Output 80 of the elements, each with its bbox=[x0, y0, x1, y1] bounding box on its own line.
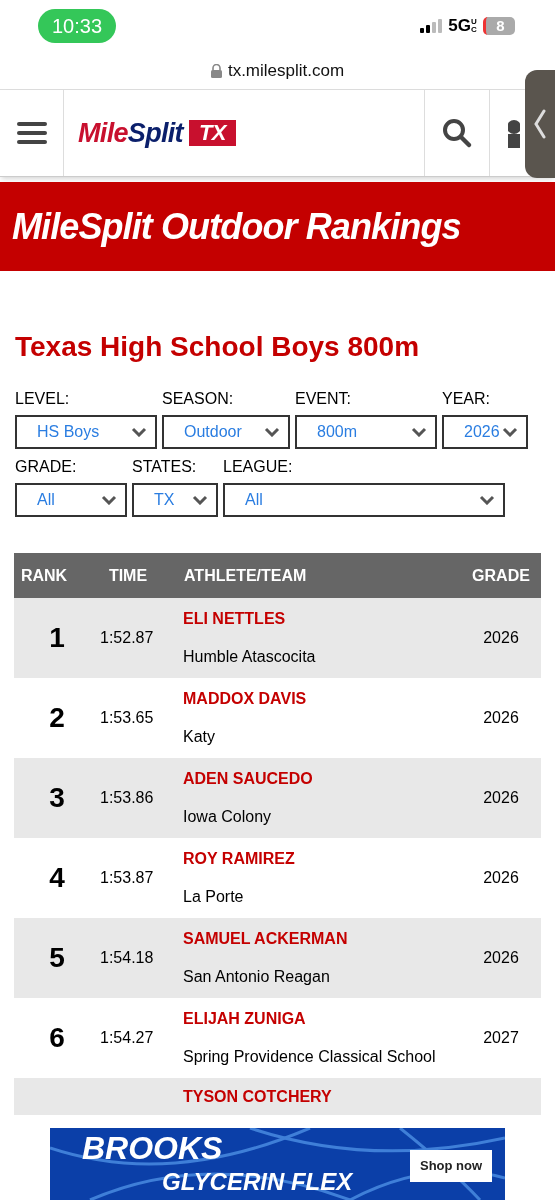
filter-label: SEASON: bbox=[162, 389, 235, 409]
chevron-down-icon bbox=[502, 427, 518, 437]
time-cell-text: 1:53.87 bbox=[100, 868, 155, 888]
chevron-down-icon bbox=[479, 495, 495, 505]
rank-cell-text: 2 bbox=[48, 701, 66, 735]
chevron-left-icon bbox=[534, 109, 546, 139]
search-icon bbox=[441, 117, 473, 149]
filter-dropdown[interactable]: HS Boys bbox=[15, 415, 157, 449]
athlete-link[interactable]: TYSON COTCHERY bbox=[183, 1084, 461, 1109]
shop-now-button[interactable]: Shop now bbox=[410, 1150, 493, 1182]
side-tab[interactable] bbox=[525, 70, 555, 178]
rank-cell-text: 3 bbox=[48, 781, 66, 815]
rank-cell-text: 4 bbox=[48, 861, 66, 895]
rankings-banner: MileSplit Outdoor Rankings bbox=[0, 182, 555, 271]
filter-label: YEAR: bbox=[442, 389, 491, 409]
grade-cell-text: 2026 bbox=[482, 628, 520, 648]
time-cell-text: 1:54.27 bbox=[100, 1028, 155, 1048]
ranking-row[interactable]: TYSON COTCHERY bbox=[14, 1078, 541, 1115]
chevron-down-icon bbox=[101, 495, 117, 505]
grade-cell-text: 2026 bbox=[482, 948, 520, 968]
url-text[interactable]: tx.milesplit.com bbox=[227, 57, 345, 84]
filter-dropdown[interactable]: 2026 bbox=[442, 415, 528, 449]
grade-cell-text: 2027 bbox=[482, 1028, 520, 1048]
time-cell-text: 1:53.65 bbox=[100, 708, 155, 728]
rank-cell-text: 5 bbox=[48, 941, 66, 975]
network-label: 5G bbox=[448, 15, 471, 38]
rank-cell-text: 1 bbox=[48, 621, 66, 655]
signal-icon bbox=[420, 19, 443, 33]
time-cell-text: 1:54.18 bbox=[100, 948, 155, 968]
ranking-row[interactable]: 3 1:53.86 ADEN SAUCEDO Iowa Colony 2026 bbox=[14, 758, 541, 838]
filter-label: LEAGUE: bbox=[223, 457, 294, 477]
filter-dropdown[interactable]: All bbox=[15, 483, 127, 517]
filter-dropdown[interactable]: 800m bbox=[295, 415, 437, 449]
chevron-down-icon bbox=[192, 495, 208, 505]
account-button[interactable] bbox=[489, 90, 523, 176]
column-header: TIME bbox=[107, 565, 149, 586]
team-name: La Porte bbox=[183, 887, 245, 907]
page-title: Texas High School Boys 800m bbox=[15, 331, 421, 363]
athlete-link[interactable]: ELIJAH ZUNIGA bbox=[183, 1007, 461, 1031]
menu-icon bbox=[16, 121, 47, 145]
filter-dropdown[interactable]: All bbox=[223, 483, 505, 517]
person-icon bbox=[508, 118, 520, 148]
ad-banner[interactable]: BROOKS GLYCERIN FLEX Shop now bbox=[50, 1128, 505, 1200]
athlete-link[interactable]: ELI NETTLES bbox=[183, 607, 461, 631]
team-name: San Antonio Reagan bbox=[183, 967, 331, 987]
filter-label: EVENT: bbox=[295, 389, 352, 409]
team-name: Spring Providence Classical School bbox=[183, 1047, 437, 1067]
site-logo[interactable]: MileSplit TX bbox=[78, 112, 236, 154]
athlete-link[interactable]: MADDOX DAVIS bbox=[183, 687, 461, 711]
battery-icon: 8 bbox=[483, 17, 515, 35]
team-name: Katy bbox=[183, 727, 216, 747]
filter-label: GRADE: bbox=[15, 457, 78, 477]
chevron-down-icon bbox=[264, 427, 280, 437]
time-cell-text: 1:53.86 bbox=[100, 788, 155, 808]
ad-product: GLYCERIN FLEX bbox=[162, 1168, 353, 1196]
filter-dropdown[interactable]: TX bbox=[132, 483, 218, 517]
team-name: Iowa Colony bbox=[183, 807, 273, 827]
filter-dropdown[interactable]: Outdoor bbox=[162, 415, 290, 449]
time-cell-text: 1:52.87 bbox=[100, 628, 155, 648]
column-header: RANK bbox=[19, 565, 69, 586]
grade-cell-text: 2026 bbox=[482, 788, 520, 808]
clock: 10:33 bbox=[38, 9, 117, 43]
ad-brand: BROOKS bbox=[82, 1130, 223, 1166]
grade-cell-text: 2026 bbox=[482, 868, 520, 888]
filter-label: STATES: bbox=[132, 457, 198, 477]
filter-label: LEVEL: bbox=[15, 389, 71, 409]
chevron-down-icon bbox=[411, 427, 427, 437]
column-header: ATHLETE/TEAM bbox=[183, 565, 308, 586]
network-sub-label: UC bbox=[471, 18, 477, 34]
athlete-link[interactable]: ADEN SAUCEDO bbox=[183, 767, 461, 791]
column-header: GRADE bbox=[471, 565, 531, 586]
athlete-link[interactable]: SAMUEL ACKERMAN bbox=[183, 927, 461, 951]
chevron-down-icon bbox=[131, 427, 147, 437]
rank-cell-text: 6 bbox=[48, 1021, 66, 1055]
ranking-row[interactable]: 1 1:52.87 ELI NETTLES Humble Atascocita 2026 bbox=[14, 598, 541, 678]
lock-icon bbox=[210, 63, 222, 78]
grade-cell-text: 2026 bbox=[482, 708, 520, 728]
ranking-row[interactable]: 5 1:54.18 SAMUEL ACKERMAN San Antonio Reagan 2026 bbox=[14, 918, 541, 998]
team-name: Humble Atascocita bbox=[183, 647, 317, 667]
athlete-link[interactable]: ROY RAMIREZ bbox=[183, 847, 461, 871]
